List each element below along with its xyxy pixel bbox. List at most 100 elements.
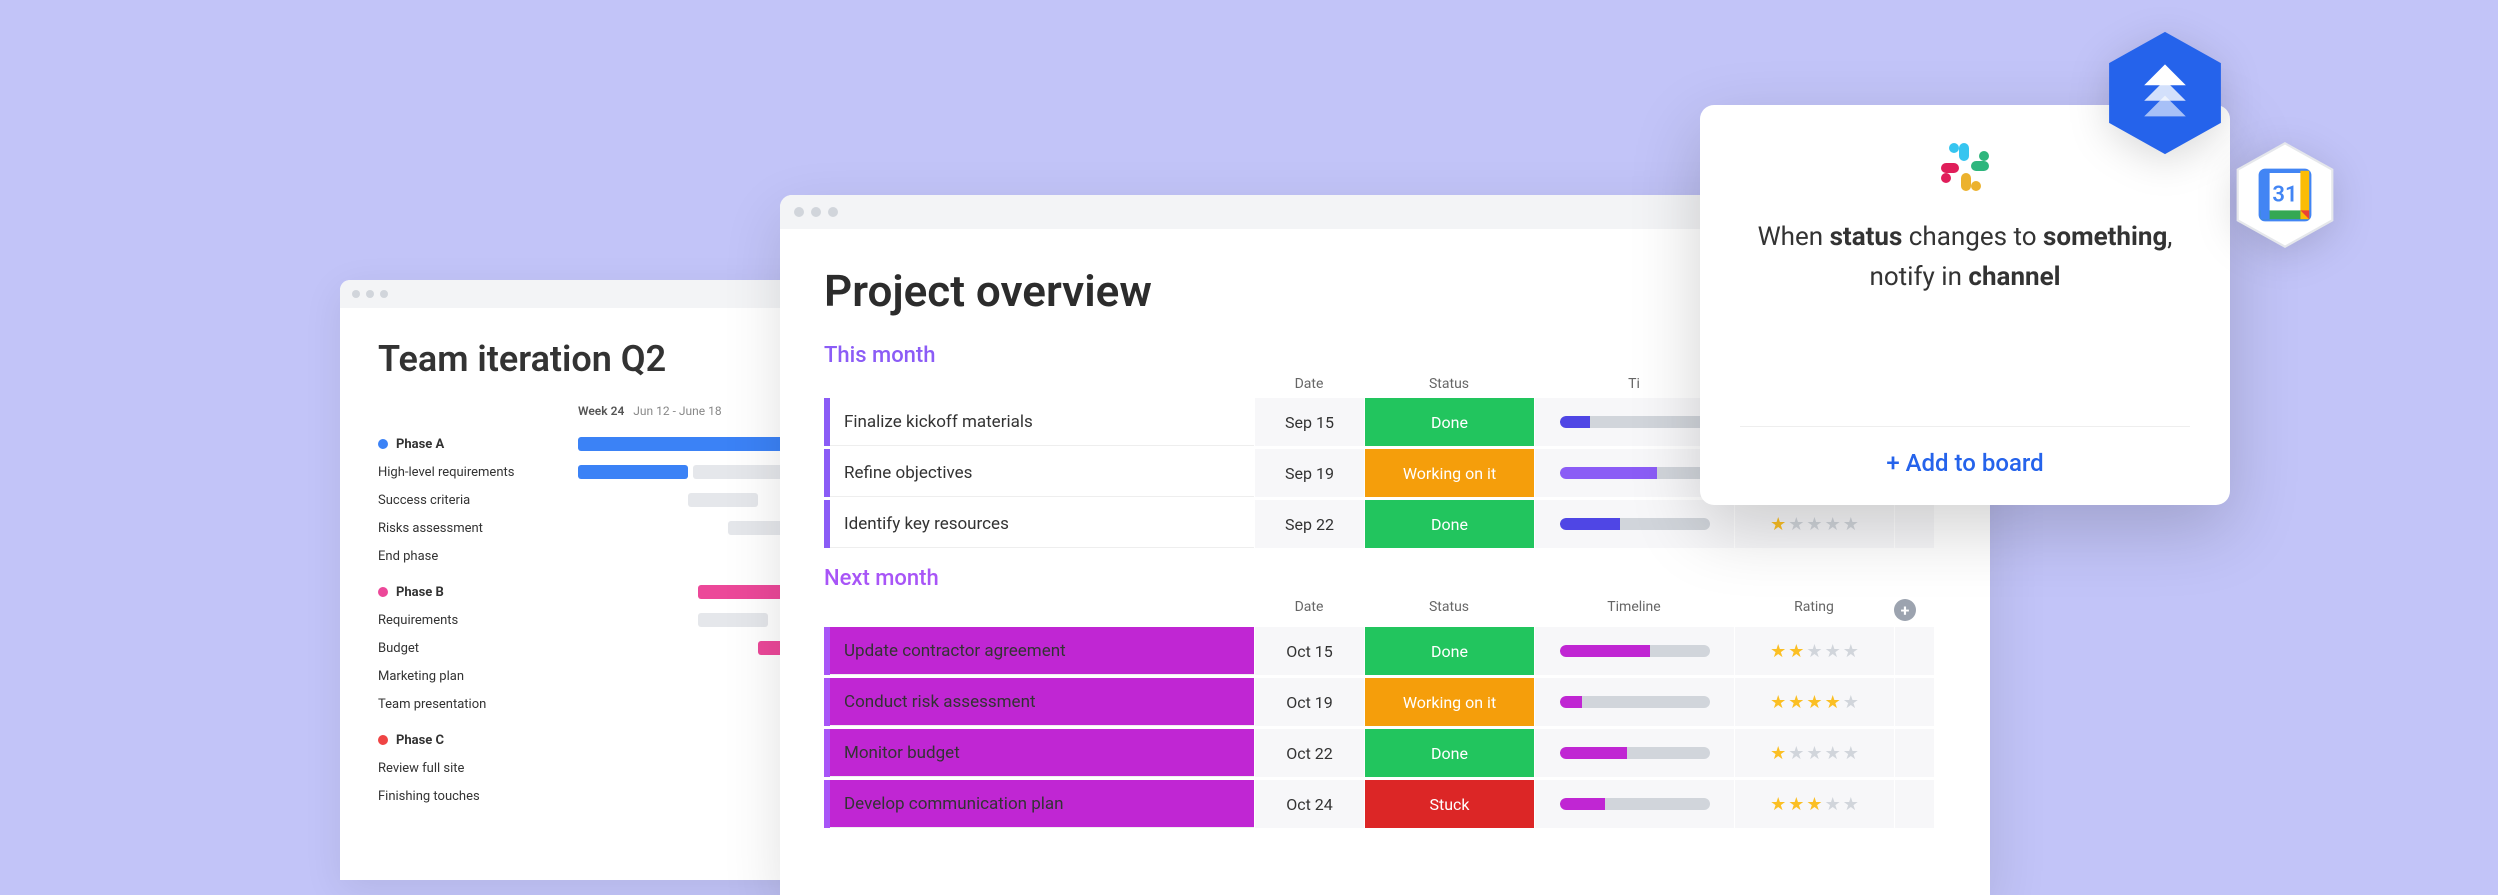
star-icon[interactable]: ★ [1788,692,1804,713]
automation-trigger[interactable]: status [1830,222,1903,252]
star-icon[interactable]: ★ [1770,692,1786,713]
window-control-max[interactable] [380,290,388,298]
rating-cell[interactable]: ★★★★★ [1734,780,1894,828]
phase-c-header[interactable]: Phase C [378,733,578,748]
star-icon[interactable]: ★ [1825,514,1841,535]
google-calendar-integration-badge[interactable]: 31 [2230,140,2340,250]
progress-bar[interactable] [1560,798,1710,810]
star-icon[interactable]: ★ [1788,514,1804,535]
gantt-task-label[interactable]: Risks assessment [378,521,578,536]
col-header-date[interactable]: Date [1254,376,1364,392]
star-icon[interactable]: ★ [1825,794,1841,815]
status-cell[interactable]: Working on it [1364,449,1534,497]
progress-bar[interactable] [1560,696,1710,708]
progress-bar[interactable] [1560,645,1710,657]
table-row[interactable]: Identify key resourcesSep 22Done★★★★★ [824,500,1946,548]
add-column-button[interactable]: + [1894,599,1934,621]
task-name-cell[interactable]: Develop communication plan [824,780,1254,828]
table-row[interactable]: Monitor budgetOct 22Done★★★★★ [824,729,1946,777]
col-header-timeline[interactable]: Timeline [1534,599,1734,621]
star-icon[interactable]: ★ [1770,514,1786,535]
gantt-bar[interactable] [728,521,788,535]
status-cell[interactable]: Done [1364,627,1534,675]
table-row[interactable]: Conduct risk assessmentOct 19Working on … [824,678,1946,726]
date-cell[interactable]: Oct 19 [1254,678,1364,726]
gantt-task-label[interactable]: Finishing touches [378,789,578,804]
gantt-task-label[interactable]: Team presentation [378,697,578,712]
star-icon[interactable]: ★ [1806,794,1822,815]
star-icon[interactable]: ★ [1806,743,1822,764]
task-name-cell[interactable]: Refine objectives [824,449,1254,497]
col-header-status[interactable]: Status [1364,376,1534,392]
gantt-bar[interactable] [688,493,758,507]
star-icon[interactable]: ★ [1788,794,1804,815]
star-icon[interactable]: ★ [1843,641,1859,662]
automation-condition[interactable]: something [2043,222,2167,252]
status-cell[interactable]: Done [1364,500,1534,548]
automation-target[interactable]: channel [1968,262,2060,292]
star-icon[interactable]: ★ [1770,794,1786,815]
date-cell[interactable]: Sep 19 [1254,449,1364,497]
date-cell[interactable]: Oct 24 [1254,780,1364,828]
gantt-bar[interactable] [578,465,688,479]
phase-b-header[interactable]: Phase B [378,585,578,600]
gantt-bar[interactable] [578,437,798,451]
star-icon[interactable]: ★ [1843,743,1859,764]
window-control-close[interactable] [794,207,804,217]
status-cell[interactable]: Stuck [1364,780,1534,828]
progress-bar[interactable] [1560,747,1710,759]
star-icon[interactable]: ★ [1806,514,1822,535]
rating-cell[interactable]: ★★★★★ [1734,729,1894,777]
star-icon[interactable]: ★ [1825,641,1841,662]
status-cell[interactable]: Done [1364,398,1534,446]
star-icon[interactable]: ★ [1788,641,1804,662]
gantt-task-label[interactable]: Success criteria [378,493,578,508]
col-header-rating[interactable]: Rating [1734,599,1894,621]
star-icon[interactable]: ★ [1806,692,1822,713]
group-title[interactable]: Next month [824,566,1946,591]
col-header-status[interactable]: Status [1364,599,1534,621]
jira-integration-badge[interactable] [2100,28,2230,158]
window-control-max[interactable] [828,207,838,217]
window-control-min[interactable] [366,290,374,298]
timeline-cell[interactable] [1534,500,1734,548]
task-name-cell[interactable]: Conduct risk assessment [824,678,1254,726]
window-control-min[interactable] [811,207,821,217]
timeline-cell[interactable] [1534,780,1734,828]
rating-cell[interactable]: ★★★★★ [1734,500,1894,548]
gantt-bar[interactable] [698,613,768,627]
star-icon[interactable]: ★ [1806,641,1822,662]
phase-a-header[interactable]: Phase A [378,437,578,452]
status-cell[interactable]: Working on it [1364,678,1534,726]
star-icon[interactable]: ★ [1825,692,1841,713]
date-cell[interactable]: Oct 15 [1254,627,1364,675]
star-icon[interactable]: ★ [1788,743,1804,764]
date-cell[interactable]: Sep 22 [1254,500,1364,548]
gantt-task-label[interactable]: Marketing plan [378,669,578,684]
date-cell[interactable]: Oct 22 [1254,729,1364,777]
star-icon[interactable]: ★ [1843,794,1859,815]
star-icon[interactable]: ★ [1843,692,1859,713]
gantt-task-label[interactable]: High-level requirements [378,465,578,480]
plus-icon[interactable]: + [1894,599,1916,621]
col-header-date[interactable]: Date [1254,599,1364,621]
timeline-cell[interactable] [1534,627,1734,675]
date-cell[interactable]: Sep 15 [1254,398,1364,446]
star-icon[interactable]: ★ [1843,514,1859,535]
star-icon[interactable]: ★ [1770,743,1786,764]
task-name-cell[interactable]: Finalize kickoff materials [824,398,1254,446]
star-icon[interactable]: ★ [1770,641,1786,662]
add-to-board-button[interactable]: + Add to board [1740,426,2190,477]
task-name-cell[interactable]: Update contractor agreement [824,627,1254,675]
star-icon[interactable]: ★ [1825,743,1841,764]
table-row[interactable]: Develop communication planOct 24Stuck★★★… [824,780,1946,828]
gantt-task-label[interactable]: Requirements [378,613,578,628]
window-control-close[interactable] [352,290,360,298]
timeline-cell[interactable] [1534,678,1734,726]
progress-bar[interactable] [1560,518,1710,530]
task-name-cell[interactable]: Identify key resources [824,500,1254,548]
status-cell[interactable]: Done [1364,729,1534,777]
gantt-task-label[interactable]: Budget [378,641,578,656]
task-name-cell[interactable]: Monitor budget [824,729,1254,777]
table-row[interactable]: Update contractor agreementOct 15Done★★★… [824,627,1946,675]
